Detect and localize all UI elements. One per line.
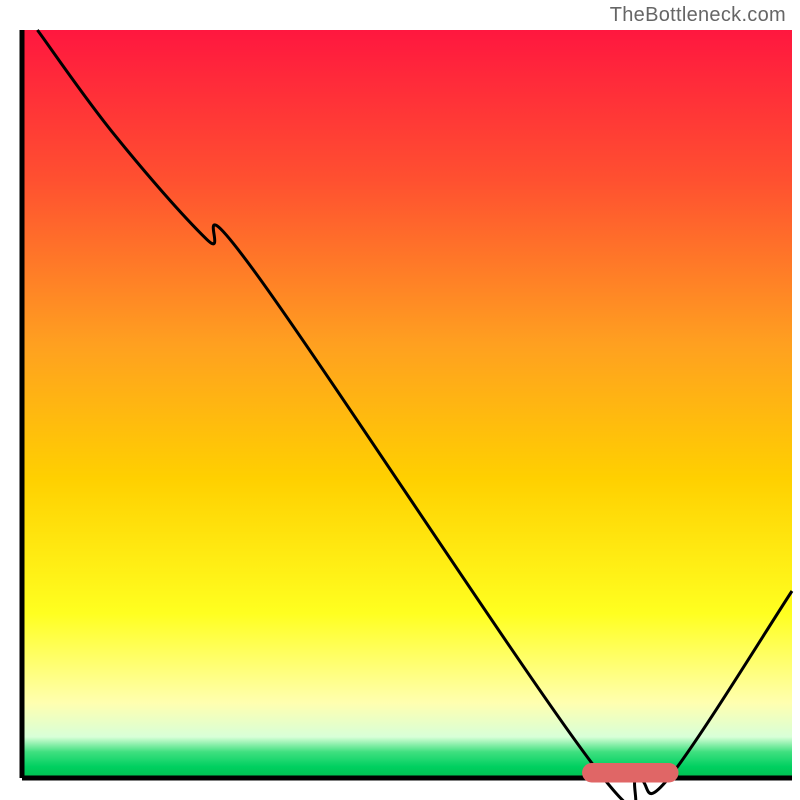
watermark-text: TheBottleneck.com xyxy=(610,4,786,27)
plot-background xyxy=(22,30,792,778)
bottleneck-plot xyxy=(0,0,800,800)
chart-container: TheBottleneck.com xyxy=(0,0,800,800)
